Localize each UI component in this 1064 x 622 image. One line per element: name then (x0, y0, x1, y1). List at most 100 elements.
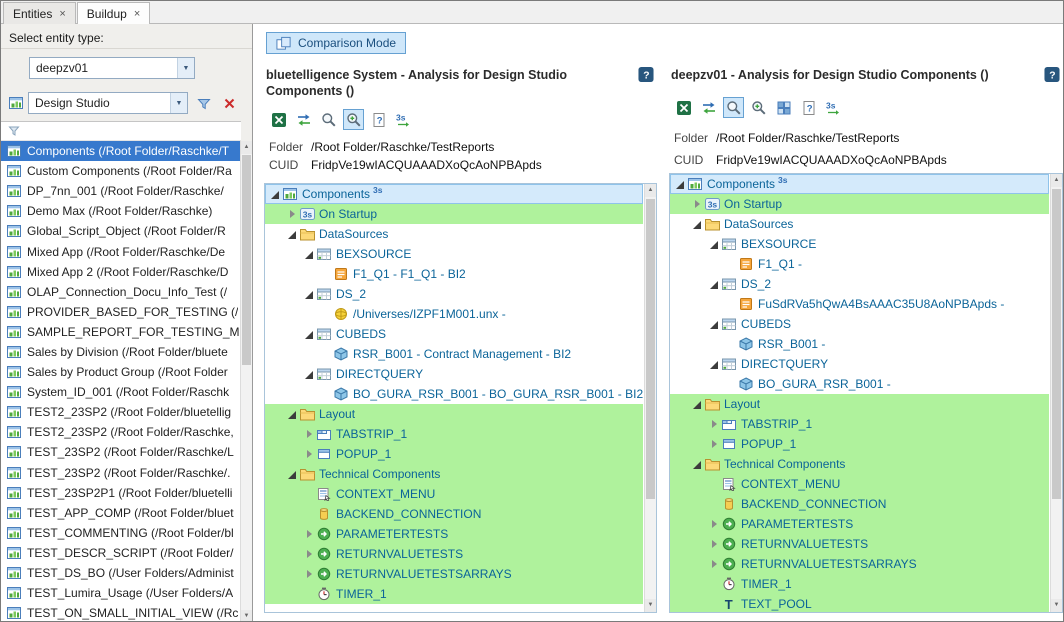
entity-list-item[interactable]: TEST_ON_SMALL_INITIAL_VIEW (/Rc (1, 603, 241, 622)
entity-list-item[interactable]: System_ID_001 (/Root Folder/Raschk (1, 382, 241, 402)
tree-item[interactable]: Technical Components (265, 464, 643, 484)
expanded-arrow-icon[interactable] (674, 178, 687, 191)
tree-item[interactable]: RETURNVALUETESTSARRAYS (265, 564, 643, 584)
transfer-icon[interactable] (698, 97, 719, 118)
entity-list-item[interactable]: Demo Max (/Root Folder/Raschke) (1, 201, 241, 221)
clear-filter-icon[interactable] (219, 93, 240, 114)
tree-item[interactable]: CONTEXT_MENU (265, 484, 643, 504)
collapsed-arrow-icon[interactable] (303, 428, 316, 441)
entity-list-item[interactable]: Mixed App (/Root Folder/Raschke/De (1, 241, 241, 261)
collapsed-arrow-icon[interactable] (691, 198, 704, 211)
collapsed-arrow-icon[interactable] (708, 558, 721, 571)
zoom-plus-icon[interactable] (748, 97, 769, 118)
entity-list-item[interactable]: SAMPLE_REPORT_FOR_TESTING_M ( (1, 322, 241, 342)
question-doc-icon[interactable]: ? (798, 97, 819, 118)
tree-scrollbar[interactable]: ▲ ▼ (644, 184, 656, 612)
tree-item[interactable]: TIMER_1 (670, 574, 1049, 594)
expanded-arrow-icon[interactable] (286, 468, 299, 481)
entity-list-item[interactable]: Sales by Product Group (/Root Folder (1, 362, 241, 382)
chevron-down-icon[interactable]: ▼ (177, 58, 194, 78)
scroll-up-icon[interactable]: ▲ (645, 184, 656, 197)
collapsed-arrow-icon[interactable] (303, 448, 316, 461)
expanded-arrow-icon[interactable] (708, 318, 721, 331)
help-icon[interactable]: ? (638, 66, 654, 82)
tree-item[interactable]: CUBEDS (265, 324, 643, 344)
tree-item[interactable]: DS_2 (265, 284, 643, 304)
expanded-arrow-icon[interactable] (303, 288, 316, 301)
tree-item[interactable]: RETURNVALUETESTS (670, 534, 1049, 554)
collapsed-arrow-icon[interactable] (286, 208, 299, 221)
collapsed-arrow-icon[interactable] (708, 438, 721, 451)
scroll-down-icon[interactable]: ▼ (645, 599, 656, 612)
expanded-arrow-icon[interactable] (303, 328, 316, 341)
tree-item[interactable]: CUBEDS (670, 314, 1049, 334)
tree-item[interactable]: TABSTRIP_1 (670, 414, 1049, 434)
entity-list-item[interactable]: Global_Script_Object (/Root Folder/R (1, 221, 241, 241)
tree-item[interactable]: 3sOn Startup (670, 194, 1049, 214)
tree-item[interactable]: BO_GURA_RSR_B001 - BO_GURA_RSR_B001 - BI… (265, 384, 643, 404)
tree-item[interactable]: PARAMETERTESTS (265, 524, 643, 544)
expanded-arrow-icon[interactable] (269, 188, 282, 201)
tree-item[interactable]: BEXSOURCE (670, 234, 1049, 254)
zoom-icon[interactable] (318, 109, 339, 130)
scroll-thumb[interactable] (1052, 189, 1061, 499)
tree-item[interactable]: BACKEND_CONNECTION (265, 504, 643, 524)
expanded-arrow-icon[interactable] (691, 218, 704, 231)
tree-item[interactable]: TABSTRIP_1 (265, 424, 643, 444)
tree-item[interactable]: POPUP_1 (670, 434, 1049, 454)
entity-list-item[interactable]: TEST_Lumira_Usage (/User Folders/A (1, 583, 241, 603)
entity-list-item[interactable]: PROVIDER_BASED_FOR_TESTING (/ (1, 302, 241, 322)
tab-close-icon[interactable]: × (134, 8, 140, 20)
expanded-arrow-icon[interactable] (691, 458, 704, 471)
tree-item[interactable]: RSR_B001 - Contract Management - BI2 (265, 344, 643, 364)
entity-list-item[interactable]: TEST_23SP2 (/Root Folder/Raschke/L (1, 442, 241, 462)
scroll-up-icon[interactable]: ▲ (1051, 174, 1062, 187)
entity-list-item[interactable]: TEST_23SP2P1 (/Root Folder/bluetelli (1, 483, 241, 503)
expanded-arrow-icon[interactable] (286, 408, 299, 421)
system-combo[interactable]: deepzv01 ▼ (29, 57, 195, 79)
tree-item[interactable]: RETURNVALUETESTSARRAYS (670, 554, 1049, 574)
tree-item[interactable]: PARAMETERTESTS (670, 514, 1049, 534)
list-filter-row[interactable] (1, 121, 241, 141)
scroll-down-icon[interactable]: ▼ (241, 610, 252, 622)
entity-list-item[interactable]: TEST_COMMENTING (/Root Folder/bl (1, 523, 241, 543)
tree-item[interactable]: BO_GURA_RSR_B001 - (670, 374, 1049, 394)
grid-icon[interactable] (773, 97, 794, 118)
expanded-arrow-icon[interactable] (708, 238, 721, 251)
threes-transfer-icon[interactable]: 3s (393, 109, 414, 130)
tree-item[interactable]: Layout (265, 404, 643, 424)
tree-item[interactable]: Technical Components (670, 454, 1049, 474)
entity-type-combo[interactable]: Design Studio ▼ (28, 92, 188, 114)
entity-list-item[interactable]: Mixed App 2 (/Root Folder/Raschke/D (1, 262, 241, 282)
transfer-icon[interactable] (293, 109, 314, 130)
scroll-thumb[interactable] (242, 155, 251, 365)
tab-close-icon[interactable]: × (59, 8, 65, 20)
sidebar-scrollbar[interactable]: ▲ ▼ (240, 141, 252, 622)
entity-list-item[interactable]: TEST_APP_COMP (/Root Folder/bluet (1, 503, 241, 523)
collapsed-arrow-icon[interactable] (303, 548, 316, 561)
entity-list-item[interactable]: TEST2_23SP2 (/Root Folder/bluetellig (1, 402, 241, 422)
scroll-thumb[interactable] (646, 199, 655, 499)
entity-list-item[interactable]: TEST_23SP2 (/Root Folder/Raschke/. (1, 463, 241, 483)
tree-item[interactable]: F1_Q1 - (670, 254, 1049, 274)
collapsed-arrow-icon[interactable] (708, 538, 721, 551)
zoom-plus-icon[interactable] (343, 109, 364, 130)
tree-item[interactable]: TIMER_1 (265, 584, 643, 604)
comparison-mode-button[interactable]: Comparison Mode (266, 32, 406, 54)
collapsed-arrow-icon[interactable] (303, 568, 316, 581)
tab-entities[interactable]: Entities× (3, 2, 76, 24)
chevron-down-icon[interactable]: ▼ (170, 93, 187, 113)
tree-item[interactable]: DataSources (265, 224, 643, 244)
excel-export-icon[interactable] (268, 109, 289, 130)
entity-list-item[interactable]: DP_7nn_001 (/Root Folder/Raschke/ (1, 181, 241, 201)
tree-item[interactable]: TTEXT_POOL (670, 594, 1049, 612)
tree-item[interactable]: Components3s (265, 184, 643, 204)
tree-item[interactable]: BACKEND_CONNECTION (670, 494, 1049, 514)
expanded-arrow-icon[interactable] (303, 248, 316, 261)
tree-item[interactable]: RSR_B001 - (670, 334, 1049, 354)
entity-list-item[interactable]: TEST_DS_BO (/User Folders/Administ (1, 563, 241, 583)
collapsed-arrow-icon[interactable] (708, 418, 721, 431)
excel-export-icon[interactable] (673, 97, 694, 118)
filter-icon[interactable] (193, 93, 214, 114)
tree-item[interactable]: F1_Q1 - F1_Q1 - BI2 (265, 264, 643, 284)
